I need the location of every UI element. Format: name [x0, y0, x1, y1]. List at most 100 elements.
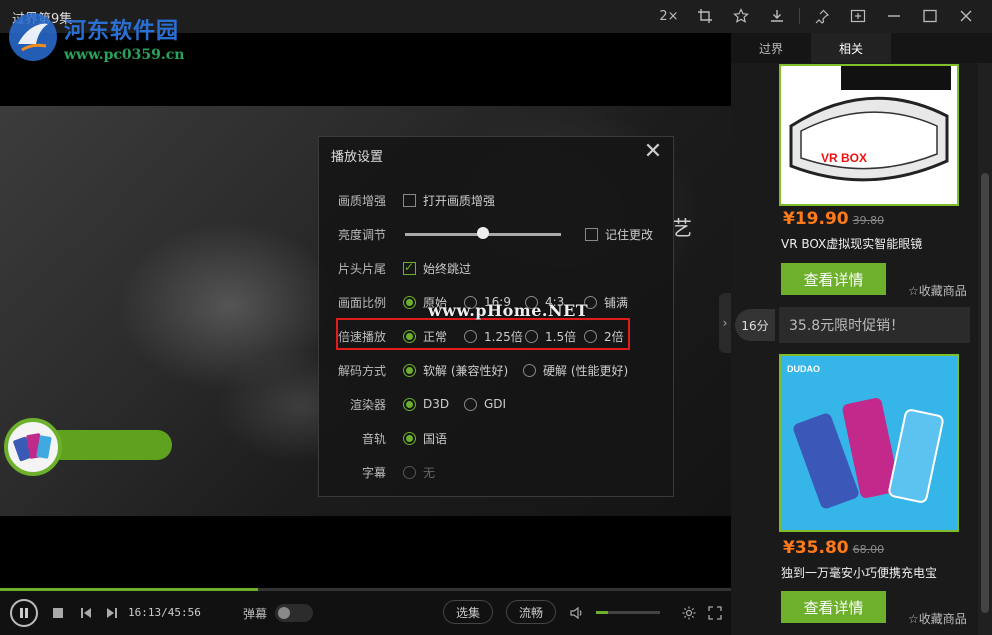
volume-fill: [596, 611, 609, 614]
checkbox-box[interactable]: [403, 193, 416, 207]
speed-indicator[interactable]: 2×: [651, 4, 687, 28]
radio-button[interactable]: [403, 363, 416, 377]
download-icon[interactable]: [759, 4, 795, 28]
window-toolbar: 2×: [651, 4, 984, 28]
quality-label: 画质增强: [337, 193, 386, 208]
site-logo-icon: [9, 13, 57, 61]
favorite-product-link[interactable]: ☆收藏商品: [908, 610, 967, 627]
tab-related[interactable]: 相关: [811, 33, 891, 63]
tab-episode[interactable]: 过界: [731, 33, 811, 63]
stop-button[interactable]: [50, 605, 66, 621]
subtitle-row: 字幕 无: [319, 460, 673, 484]
checkbox-box[interactable]: [403, 260, 416, 275]
control-bar: 16:13/45:56 弹幕 选集 流畅: [0, 591, 731, 635]
site-watermark: 河东软件园 www.pc0359.cn: [6, 10, 184, 64]
radio-button[interactable]: [403, 397, 416, 411]
skip-row: 片头片尾 始终跳过: [319, 256, 673, 280]
audio-track-row: 音轨 国语: [319, 426, 673, 450]
vr-box-brand: VR BOX: [821, 151, 867, 165]
renderer-option-gdi[interactable]: GDI: [464, 397, 506, 411]
toolbar-divider: [799, 8, 800, 24]
settings-gear-icon[interactable]: [680, 604, 698, 622]
subtitle-label: 字幕: [361, 465, 386, 480]
scrollbar-thumb[interactable]: [981, 173, 989, 613]
brightness-row: 亮度调节 记住更改: [319, 222, 673, 246]
radio-button[interactable]: [403, 295, 416, 309]
pause-button[interactable]: [10, 599, 38, 627]
subtitle-option-none: 无: [403, 464, 435, 481]
skip-label: 片头片尾: [337, 261, 386, 276]
fullscreen-icon[interactable]: [706, 604, 724, 622]
floating-ad-badge[interactable]: [4, 418, 172, 476]
next-icon: [107, 608, 117, 618]
ad-product-thumbnail[interactable]: [4, 418, 62, 476]
ratio-option-fill[interactable]: 铺满: [584, 294, 628, 311]
audio-option-mandarin[interactable]: 国语: [403, 430, 447, 447]
old-price: 39.80: [852, 214, 885, 227]
stop-icon: [53, 608, 63, 618]
checkbox-box[interactable]: [585, 227, 598, 241]
checkbox-label: 记住更改: [605, 227, 654, 242]
volume-icon[interactable]: [568, 604, 586, 622]
renderer-row: 渲染器 D3D GDI: [319, 392, 673, 416]
product-name[interactable]: 独到一万毫安小巧便携充电宝: [781, 564, 937, 581]
decode-label: 解码方式: [337, 363, 386, 378]
product-price: ¥35.80 68.00: [783, 538, 884, 558]
radio-button[interactable]: [403, 431, 416, 445]
previous-icon: [81, 608, 91, 618]
radio-button[interactable]: [523, 363, 536, 377]
quality-select-button[interactable]: 流畅: [506, 600, 557, 624]
product-image-power-bank[interactable]: DUDAO: [779, 354, 959, 532]
speed-highlight-box: [336, 318, 630, 350]
overlay-watermark-text: www.pHome.NET: [428, 301, 589, 320]
danmu-toggle[interactable]: [275, 604, 313, 622]
always-skip-checkbox[interactable]: 始终跳过: [403, 260, 471, 277]
radio-button: [403, 465, 416, 479]
time-badge: 16分: [735, 309, 775, 341]
mini-mode-icon[interactable]: [840, 4, 876, 28]
promo-banner[interactable]: 35.8元限时促销！: [779, 307, 970, 343]
quality-row: 画质增强 打开画质增强: [319, 188, 673, 212]
remember-change-checkbox[interactable]: 记住更改: [585, 226, 653, 243]
radio-label: 无: [423, 465, 436, 480]
site-url: www.pc0359.cn: [64, 47, 185, 63]
sidebar-collapse-arrow[interactable]: ›: [719, 293, 731, 353]
next-button[interactable]: [104, 605, 120, 621]
danmu-label: 弹幕: [243, 607, 268, 621]
decode-option-software[interactable]: 软解 (兼容性好): [403, 362, 508, 379]
checkbox-label: 始终跳过: [423, 261, 472, 276]
audio-track-label: 音轨: [361, 431, 386, 446]
star-icon[interactable]: [723, 4, 759, 28]
ratio-label: 画面比例: [337, 295, 386, 310]
dialog-header: 播放设置 ✕: [319, 137, 673, 171]
quality-enhance-checkbox[interactable]: 打开画质增强: [403, 192, 495, 209]
sidebar-scrollbar[interactable]: [978, 63, 992, 635]
sidebar-tabs: 过界 相关: [731, 33, 992, 63]
maximize-icon[interactable]: [912, 4, 948, 28]
radio-label: GDI: [484, 397, 507, 411]
radio-label: 软解 (兼容性好): [423, 363, 509, 378]
previous-button[interactable]: [78, 605, 94, 621]
radio-label: 铺满: [604, 295, 629, 310]
pin-icon[interactable]: [804, 4, 840, 28]
decode-option-hardware[interactable]: 硬解 (性能更好): [523, 362, 628, 379]
episode-select-button[interactable]: 选集: [443, 600, 494, 624]
crop-icon[interactable]: [687, 4, 723, 28]
dudao-brand: DUDAO: [787, 364, 820, 374]
product-name[interactable]: VR BOX虚拟现实智能眼镜: [781, 235, 922, 252]
old-price: 68.00: [852, 543, 885, 556]
volume-slider[interactable]: [596, 611, 660, 614]
close-icon[interactable]: [948, 4, 984, 28]
dialog-close-button[interactable]: ✕: [641, 139, 665, 164]
radio-button[interactable]: [464, 397, 477, 411]
minimize-icon[interactable]: [876, 4, 912, 28]
view-details-button[interactable]: 查看详情: [781, 591, 886, 623]
view-details-button[interactable]: 查看详情: [781, 263, 886, 295]
radio-label: 国语: [423, 431, 448, 446]
product-image-vr-box[interactable]: VR BOX: [779, 64, 959, 206]
brightness-slider-handle[interactable]: [477, 227, 489, 239]
dialog-title: 播放设置: [331, 150, 384, 165]
decode-row: 解码方式 软解 (兼容性好) 硬解 (性能更好): [319, 358, 673, 382]
favorite-product-link[interactable]: ☆收藏商品: [908, 282, 967, 299]
renderer-option-d3d[interactable]: D3D: [403, 397, 449, 411]
